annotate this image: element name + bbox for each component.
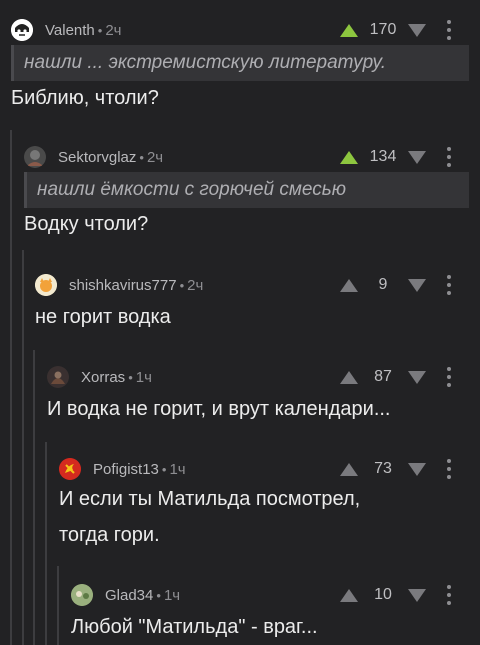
separator-dot: • bbox=[179, 277, 185, 293]
quote-block: нашли ёмкости с горючей смесью bbox=[24, 172, 469, 208]
comment-header: Sektorvglaz • 2ч 134 bbox=[24, 145, 466, 169]
comment-text: Любой "Матильда" - враг... bbox=[71, 616, 318, 638]
separator-dot: • bbox=[161, 461, 167, 477]
upvote-icon[interactable] bbox=[340, 23, 358, 37]
vote-controls: 134 bbox=[340, 145, 466, 169]
more-options-icon[interactable] bbox=[432, 275, 466, 295]
separator-dot: • bbox=[128, 369, 133, 385]
quote-block: нашли ... экстремистскую литературу. bbox=[11, 45, 469, 81]
downvote-icon[interactable] bbox=[408, 150, 426, 164]
skull-girl-avatar[interactable] bbox=[11, 19, 33, 41]
more-options-icon[interactable] bbox=[432, 367, 466, 387]
timestamp: 2ч bbox=[146, 148, 164, 166]
timestamp: 1ч bbox=[135, 368, 152, 386]
thread-line bbox=[22, 250, 24, 645]
comment-text: не горит водка bbox=[35, 306, 171, 328]
vote-controls: 9 bbox=[340, 273, 466, 297]
thread-line bbox=[10, 130, 12, 645]
downvote-icon[interactable] bbox=[408, 370, 426, 384]
red-emblem-avatar[interactable] bbox=[59, 458, 81, 480]
comment-header: shishkavirus777 • 2ч 9 bbox=[35, 273, 466, 297]
username[interactable]: shishkavirus777 bbox=[69, 277, 177, 294]
username[interactable]: Valenth bbox=[45, 22, 95, 39]
upvote-icon[interactable] bbox=[340, 370, 358, 384]
more-options-icon[interactable] bbox=[432, 459, 466, 479]
downvote-icon[interactable] bbox=[408, 588, 426, 602]
cat-avatar[interactable] bbox=[35, 274, 57, 296]
comment-header: Valenth • 2ч 170 bbox=[11, 18, 466, 42]
timestamp: 1ч bbox=[169, 460, 186, 478]
timestamp: 2ч bbox=[105, 21, 122, 39]
separator-dot: • bbox=[97, 22, 103, 38]
comment-header: Glad34 • 1ч 10 bbox=[71, 583, 466, 607]
thread-line bbox=[33, 350, 35, 645]
vote-controls: 170 bbox=[340, 18, 466, 42]
comment-text: И водка не горит, и врут календари... bbox=[47, 398, 391, 420]
green-avatar[interactable] bbox=[71, 584, 93, 606]
vote-controls: 73 bbox=[340, 457, 466, 481]
upvote-icon[interactable] bbox=[340, 278, 358, 292]
score: 87 bbox=[374, 368, 392, 385]
score: 9 bbox=[378, 276, 388, 293]
separator-dot: • bbox=[139, 149, 144, 165]
downvote-icon[interactable] bbox=[408, 462, 426, 476]
comment-text: тогда гори. bbox=[59, 524, 160, 546]
separator-dot: • bbox=[156, 587, 161, 603]
more-options-icon[interactable] bbox=[432, 20, 466, 40]
comment-header: Xorras • 1ч 87 bbox=[47, 365, 466, 389]
username[interactable]: Glad34 bbox=[105, 587, 153, 604]
thread-line bbox=[57, 566, 59, 645]
more-options-icon[interactable] bbox=[432, 585, 466, 605]
timestamp: 1ч bbox=[163, 586, 181, 604]
upvote-icon[interactable] bbox=[340, 588, 358, 602]
vote-controls: 10 bbox=[340, 583, 466, 607]
thread-line bbox=[45, 442, 47, 645]
vote-controls: 87 bbox=[340, 365, 466, 389]
upvote-icon[interactable] bbox=[340, 462, 358, 476]
score: 170 bbox=[369, 21, 397, 38]
comment-text: Библию, чтоли? bbox=[11, 87, 159, 109]
upvote-icon[interactable] bbox=[340, 150, 358, 164]
dark-avatar[interactable] bbox=[24, 146, 46, 168]
username[interactable]: Pofigist13 bbox=[93, 461, 159, 478]
more-options-icon[interactable] bbox=[432, 147, 466, 167]
score: 10 bbox=[374, 586, 392, 603]
timestamp: 2ч bbox=[187, 276, 204, 294]
comment-text: И если ты Матильда посмотрел, bbox=[59, 488, 361, 510]
downvote-icon[interactable] bbox=[408, 23, 426, 37]
dark-avatar[interactable] bbox=[47, 366, 69, 388]
downvote-icon[interactable] bbox=[408, 278, 426, 292]
username[interactable]: Xorras bbox=[81, 369, 125, 386]
username[interactable]: Sektorvglaz bbox=[58, 149, 136, 166]
comment-text: Водку чтоли? bbox=[24, 213, 149, 235]
comment-header: Pofigist13 • 1ч 73 bbox=[59, 457, 466, 481]
score: 73 bbox=[374, 460, 392, 477]
score: 134 bbox=[369, 148, 397, 165]
